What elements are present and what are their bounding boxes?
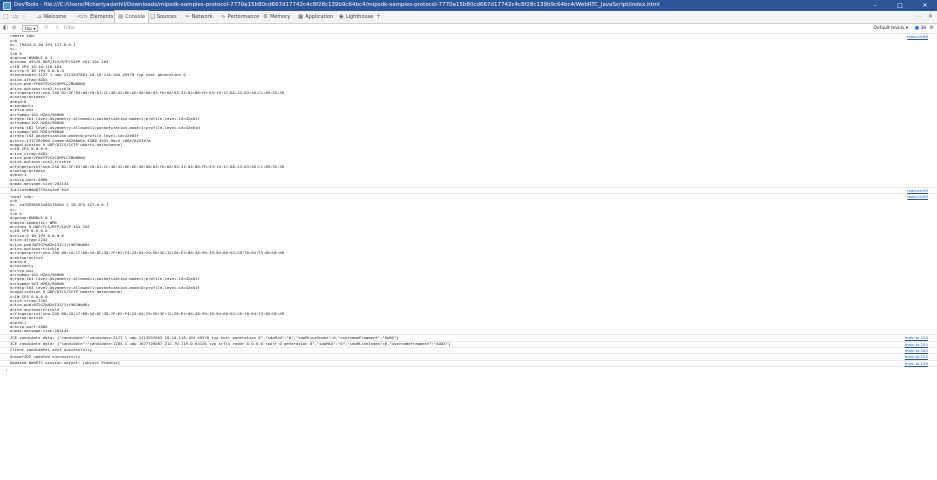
window-title: DevTools - file:///C:/Users/Mcheriyadath… [14, 2, 660, 8]
console-icon: ▤ [118, 14, 124, 20]
sidebar-toggle-icon[interactable]: ◧ [3, 24, 8, 33]
sources-icon: ❑ [150, 14, 155, 20]
source-link[interactable]: main.ts:129 [905, 361, 928, 366]
console-settings-icon[interactable]: ⚙ [930, 24, 934, 33]
live-expression-icon[interactable]: ☉ [44, 24, 48, 33]
source-link[interactable]: main.ts:125 [905, 354, 928, 359]
console-line: InitiateWebRTCSession end [10, 188, 69, 193]
console-line: ICE candidate data: {"candidate":"candid… [10, 335, 399, 340]
elements-icon: </> [77, 14, 89, 20]
tab-console[interactable]: ▤ Console [114, 10, 150, 23]
console-line: a=max-message-size:262144 [10, 329, 69, 334]
issues-count[interactable]: 38 [920, 24, 926, 33]
filter-icon: ▿ [56, 25, 59, 31]
device-toolbar-icon[interactable]: ▭ [13, 11, 19, 23]
source-link[interactable]: main.ts:154 [905, 342, 928, 347]
devtools-tab-strip: ⬚ ▭ | ⌂ Welcome </> Elements ▤ Console ❑ Sou… [0, 10, 937, 24]
issues-icon[interactable]: ■ [915, 24, 919, 33]
tab-sources[interactable]: ❑ Sources [150, 11, 177, 23]
welcome-icon: ⌂ [38, 14, 42, 20]
console-toolbar: ◧ ⊘ top ▾ ☉ ▿ Filter Default levels ▾ ■ … [0, 24, 937, 34]
source-link[interactable]: main.ts:154 [905, 335, 928, 340]
console-prompt[interactable]: › [0, 367, 937, 375]
source-link[interactable]: main.ts:88 [907, 34, 928, 39]
source-link[interactable]: main.ts:95 [907, 188, 928, 193]
console-log: remote sdp: v=0 o=- 79454 0 2N IP4 127.0.0… [0, 34, 937, 375]
filter-input[interactable]: Filter [64, 24, 75, 33]
tab-memory[interactable]: ⚙ Memory [263, 11, 290, 23]
tab-welcome[interactable]: ⌂ Welcome [38, 11, 66, 23]
tab-network[interactable]: ≈ Network [185, 11, 213, 23]
more-options-icon[interactable]: ⋯ [915, 11, 921, 23]
lighthouse-icon: ◉ [339, 14, 344, 20]
console-line: a=max-message-size:262144 [10, 182, 69, 187]
inspect-element-icon[interactable]: ⬚ [3, 11, 9, 23]
console-line: AnswerSDP updated successfully [10, 354, 81, 359]
tab-performance[interactable]: ∿ Performance [221, 11, 259, 23]
close-button[interactable]: ✕ [913, 0, 937, 11]
divider: | [23, 13, 26, 20]
source-link[interactable]: main.ts:89 [907, 194, 928, 199]
network-icon: ≈ [185, 14, 190, 20]
application-icon: ▦ [298, 14, 304, 20]
minimize-button[interactable]: – [863, 0, 887, 11]
devtools-app-icon [3, 1, 11, 10]
source-link[interactable]: main.ts:163 [905, 348, 928, 353]
tab-application[interactable]: ▦ Application [298, 11, 333, 23]
memory-icon: ⚙ [263, 14, 268, 20]
close-devtools-icon[interactable]: ✕ [928, 11, 933, 23]
console-message: local sdp: v=0 o=- 4470938582450276564 2 I… [0, 194, 937, 336]
console-message: Updated WebRTC session object: [object P… [0, 361, 937, 367]
console-line: Client candidates sent successfully [10, 348, 92, 353]
tab-lighthouse[interactable]: ◉ Lighthouse [339, 11, 373, 23]
add-panel-icon[interactable]: + [376, 11, 381, 23]
performance-icon: ∿ [221, 14, 226, 20]
tab-elements[interactable]: </> Elements [77, 11, 113, 23]
context-selector[interactable]: top ▾ [22, 25, 39, 32]
log-levels-dropdown[interactable]: Default levels ▾ [873, 24, 908, 33]
console-line: ICE candidate data: {"candidate":"candid… [10, 342, 451, 347]
clear-console-icon[interactable]: ⊘ [12, 24, 16, 33]
console-line: Updated WebRTC session object: [object P… [10, 361, 121, 366]
maximize-button[interactable]: □ [888, 0, 912, 11]
console-message: remote sdp: v=0 o=- 79454 0 2N IP4 127.0.0… [0, 34, 937, 189]
